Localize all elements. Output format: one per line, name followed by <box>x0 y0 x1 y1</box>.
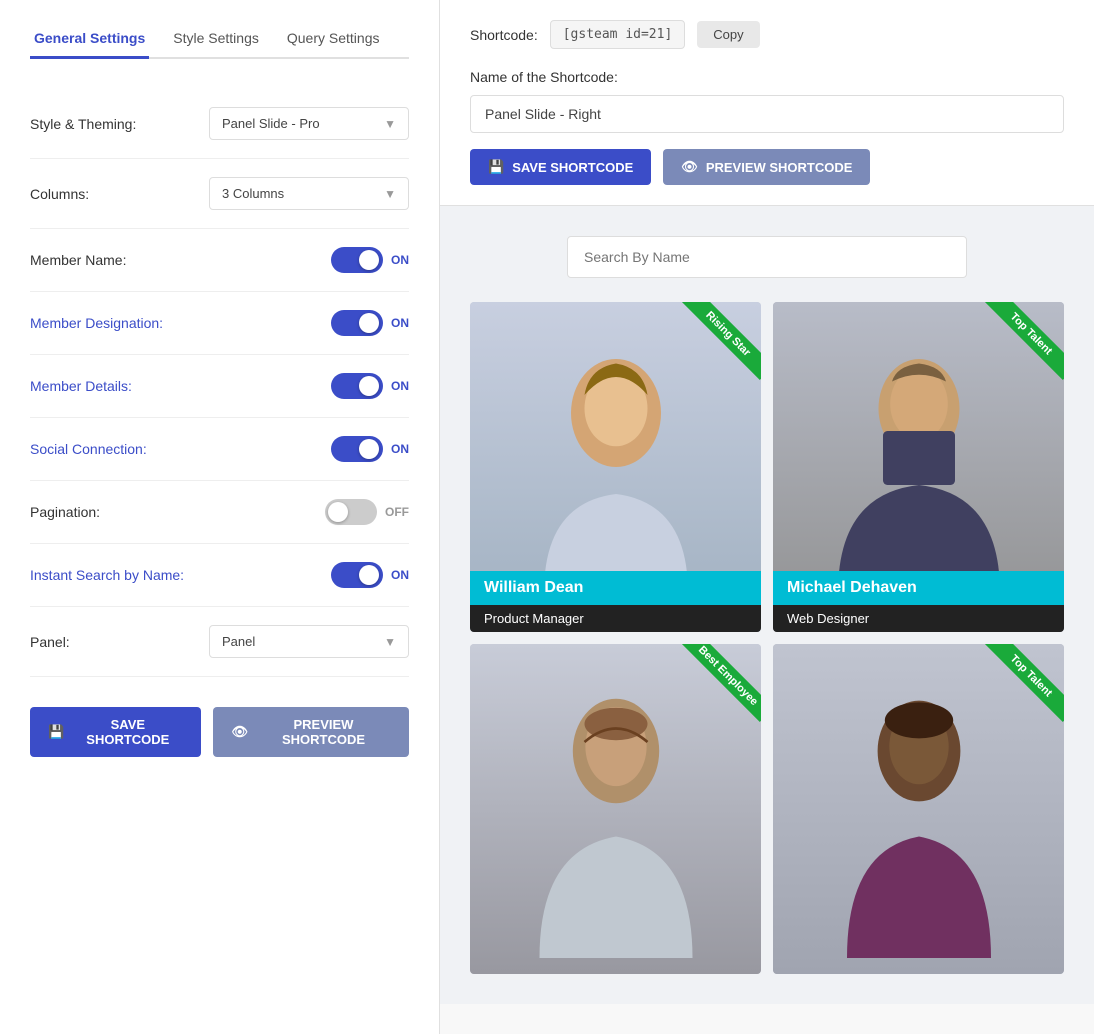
member-info-2: Michael Dehaven Web Designer <box>773 571 1064 632</box>
member-name-1: William Dean <box>484 579 747 597</box>
columns-value: 3 Columns <box>222 186 284 201</box>
ribbon-2: Top Talent <box>985 302 1064 380</box>
member-details-row: Member Details: ON <box>30 355 409 418</box>
shortcode-section: Shortcode: [gsteam id=21] Copy Name of t… <box>440 0 1094 206</box>
member-details-label: Member Details: <box>30 378 132 394</box>
eye-icon: 👁 <box>681 159 698 175</box>
member-designation-toggle-wrap: ON <box>331 310 409 336</box>
social-connection-row: Social Connection: ON <box>30 418 409 481</box>
style-theming-row: Style & Theming: Panel Slide - Pro ▼ <box>30 89 409 159</box>
member-details-toggle-label: ON <box>391 379 409 393</box>
style-theming-dropdown[interactable]: Panel Slide - Pro ▼ <box>209 107 409 140</box>
member-designation-row: Member Designation: ON <box>30 292 409 355</box>
ribbon-container-2: Top Talent <box>964 302 1064 402</box>
social-connection-toggle-wrap: ON <box>331 436 409 462</box>
member-designation-2: Web Designer <box>787 611 1050 626</box>
member-designation-bar-1: Product Manager <box>470 605 761 632</box>
columns-row: Columns: 3 Columns ▼ <box>30 159 409 229</box>
member-designation-toggle[interactable] <box>331 310 383 336</box>
panel-value: Panel <box>222 634 255 649</box>
panel-dropdown[interactable]: Panel ▼ <box>209 625 409 658</box>
bottom-buttons: 💾 SAVE SHORTCODE 👁 PREVIEW SHORTCODE <box>30 707 409 757</box>
member-designation-bar-2: Web Designer <box>773 605 1064 632</box>
social-connection-toggle[interactable] <box>331 436 383 462</box>
member-name-bar-1: William Dean <box>470 571 761 605</box>
member-info-1: William Dean Product Manager <box>470 571 761 632</box>
toggle-knob <box>359 376 379 396</box>
ribbon-container-1: Rising Star <box>661 302 761 402</box>
columns-label: Columns: <box>30 186 89 202</box>
toggle-knob <box>359 565 379 585</box>
social-connection-toggle-label: ON <box>391 442 409 456</box>
member-name-bar-2: Michael Dehaven <box>773 571 1064 605</box>
toggle-knob <box>359 250 379 270</box>
pagination-label: Pagination: <box>30 504 100 520</box>
team-card-4: Top Talent <box>773 644 1064 974</box>
team-card-2: Top Talent Michael Dehaven Web Designer <box>773 302 1064 632</box>
style-theming-label: Style & Theming: <box>30 116 136 132</box>
settings-tabs: General Settings Style Settings Query Se… <box>30 0 409 59</box>
tab-query[interactable]: Query Settings <box>283 20 384 59</box>
ribbon-4: Top Talent <box>985 644 1064 722</box>
panel-row: Panel: Panel ▼ <box>30 607 409 677</box>
instant-search-toggle-wrap: ON <box>331 562 409 588</box>
copy-button[interactable]: Copy <box>697 21 759 48</box>
instant-search-toggle[interactable] <box>331 562 383 588</box>
preview-shortcode-button-right[interactable]: 👁 PREVIEW SHORTCODE <box>663 149 870 185</box>
pagination-toggle[interactable] <box>325 499 377 525</box>
columns-dropdown[interactable]: 3 Columns ▼ <box>209 177 409 210</box>
member-name-label: Member Name: <box>30 252 126 268</box>
chevron-down-icon: ▼ <box>384 187 396 201</box>
shortcode-name-input[interactable] <box>470 95 1064 133</box>
shortcode-row: Shortcode: [gsteam id=21] Copy <box>470 20 1064 49</box>
preview-section: Rising Star William Dean Product Manager <box>440 206 1094 1004</box>
member-name-toggle-wrap: ON <box>331 247 409 273</box>
pagination-row: Pagination: OFF <box>30 481 409 544</box>
right-panel: Shortcode: [gsteam id=21] Copy Name of t… <box>440 0 1094 1034</box>
action-buttons: 💾 SAVE SHORTCODE 👁 PREVIEW SHORTCODE <box>470 149 1064 185</box>
member-name-toggle[interactable] <box>331 247 383 273</box>
shortcode-code: [gsteam id=21] <box>550 20 686 49</box>
member-details-toggle-wrap: ON <box>331 373 409 399</box>
member-name-2: Michael Dehaven <box>787 579 1050 597</box>
member-name-toggle-label: ON <box>391 253 409 267</box>
ribbon-3: Best Employee <box>682 644 761 722</box>
ribbon-container-3: Best Employee <box>661 644 761 744</box>
toggle-knob <box>359 313 379 333</box>
left-panel: General Settings Style Settings Query Se… <box>0 0 440 1034</box>
instant-search-toggle-label: ON <box>391 568 409 582</box>
ribbon-1: Rising Star <box>682 302 761 380</box>
team-card-1: Rising Star William Dean Product Manager <box>470 302 761 632</box>
shortcode-label: Shortcode: <box>470 27 538 43</box>
member-designation-toggle-label: ON <box>391 316 409 330</box>
shortcode-name-label: Name of the Shortcode: <box>470 69 1064 85</box>
search-input[interactable] <box>567 236 967 278</box>
chevron-down-icon: ▼ <box>384 117 396 131</box>
member-designation-label: Member Designation: <box>30 315 163 331</box>
preview-shortcode-button[interactable]: 👁 PREVIEW SHORTCODE <box>213 707 409 757</box>
member-name-row: Member Name: ON <box>30 229 409 292</box>
member-designation-1: Product Manager <box>484 611 747 626</box>
social-connection-label: Social Connection: <box>30 441 147 457</box>
toggle-knob <box>328 502 348 522</box>
save-shortcode-button-right[interactable]: 💾 SAVE SHORTCODE <box>470 149 651 185</box>
style-theming-value: Panel Slide - Pro <box>222 116 320 131</box>
save-shortcode-button[interactable]: 💾 SAVE SHORTCODE <box>30 707 201 757</box>
save-icon: 💾 <box>48 724 64 740</box>
pagination-toggle-label: OFF <box>385 505 409 519</box>
chevron-down-icon: ▼ <box>384 635 396 649</box>
toggle-knob <box>359 439 379 459</box>
pagination-toggle-wrap: OFF <box>325 499 409 525</box>
save-icon: 💾 <box>488 159 504 175</box>
member-details-toggle[interactable] <box>331 373 383 399</box>
ribbon-container-4: Top Talent <box>964 644 1064 744</box>
tab-general[interactable]: General Settings <box>30 20 149 59</box>
instant-search-row: Instant Search by Name: ON <box>30 544 409 607</box>
tab-style[interactable]: Style Settings <box>169 20 263 59</box>
instant-search-label: Instant Search by Name: <box>30 567 184 583</box>
eye-icon: 👁 <box>231 724 248 740</box>
panel-label: Panel: <box>30 634 190 650</box>
team-card-3: Best Employee <box>470 644 761 974</box>
team-grid: Rising Star William Dean Product Manager <box>470 302 1064 974</box>
